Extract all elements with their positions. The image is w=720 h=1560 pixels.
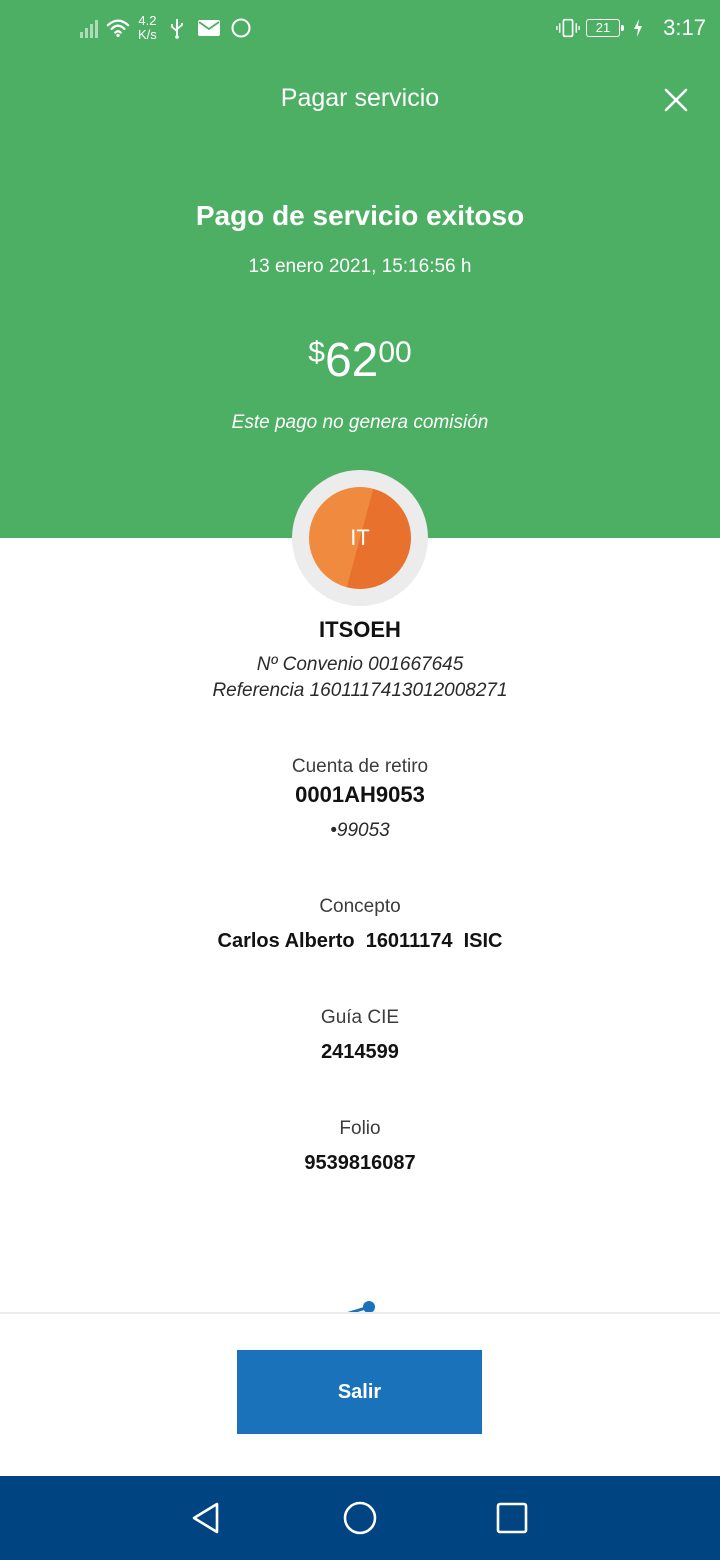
account-masked: •99053 [330,820,390,841]
status-bar: 4.2 K/s 21 3:17 [0,0,720,56]
account-value: 0001AH9053 [295,782,425,807]
close-icon [664,88,688,112]
avatar-initials: IT [350,525,370,550]
net-speed: 4.2 K/s [138,14,157,42]
payment-reference: Referencia 1601117413012008271 [212,680,508,701]
vibrate-icon [556,16,580,40]
recents-square-icon [496,1502,528,1534]
exit-button[interactable]: Salir [237,1350,482,1434]
back-triangle-icon [192,1502,219,1534]
system-nav-bar [0,1476,720,1560]
net-speed-unit: K/s [138,27,157,42]
guide-label: Guía CIE [320,1007,400,1028]
amount-integer: 62 [324,334,379,387]
nav-home-button[interactable] [340,1498,380,1538]
account-label: Cuenta de retiro [291,756,429,777]
folio-value: 9539816087 [304,1152,416,1174]
charging-icon [626,16,650,40]
agreement-number: Nº Convenio 001667645 [256,654,464,675]
battery-level: 21 [595,20,611,35]
usb-icon [165,16,189,40]
wifi-icon [106,16,130,40]
clock: 3:17 [663,15,706,40]
concept-label: Concepto [319,896,401,917]
folio-label: Folio [339,1118,381,1139]
biller-name: ITSOEH [319,617,401,642]
concept-value: Carlos Alberto 16011174 ISIC [217,930,503,952]
guide-value: 2414599 [321,1041,399,1063]
payment-datetime: 13 enero 2021, 15:16:56 h [248,256,472,277]
payment-amount: $ 62 00 [0,330,720,392]
footer: Salir [0,1312,720,1476]
share-button[interactable] [342,1296,380,1312]
amount-decimals: 00 [378,336,412,369]
status-right: 21 3:17 [556,10,706,46]
net-speed-value: 4.2 [138,13,157,28]
share-icon [347,1301,375,1312]
nav-recents-button[interactable] [492,1498,532,1538]
signal-icon [80,18,98,38]
success-title: Pago de servicio exitoso [195,200,525,231]
avatar: IT [309,487,411,589]
home-circle-icon [343,1501,377,1535]
close-button[interactable] [658,82,694,118]
sync-icon [229,16,253,40]
nav-back-button[interactable] [186,1498,226,1538]
commission-note: Este pago no genera comisión [231,412,489,433]
mail-icon [197,16,221,40]
battery-icon: 21 [586,19,624,37]
status-left: 4.2 K/s [80,10,253,46]
page-title: Pagar servicio [280,84,440,112]
amount-currency: $ [308,336,325,369]
